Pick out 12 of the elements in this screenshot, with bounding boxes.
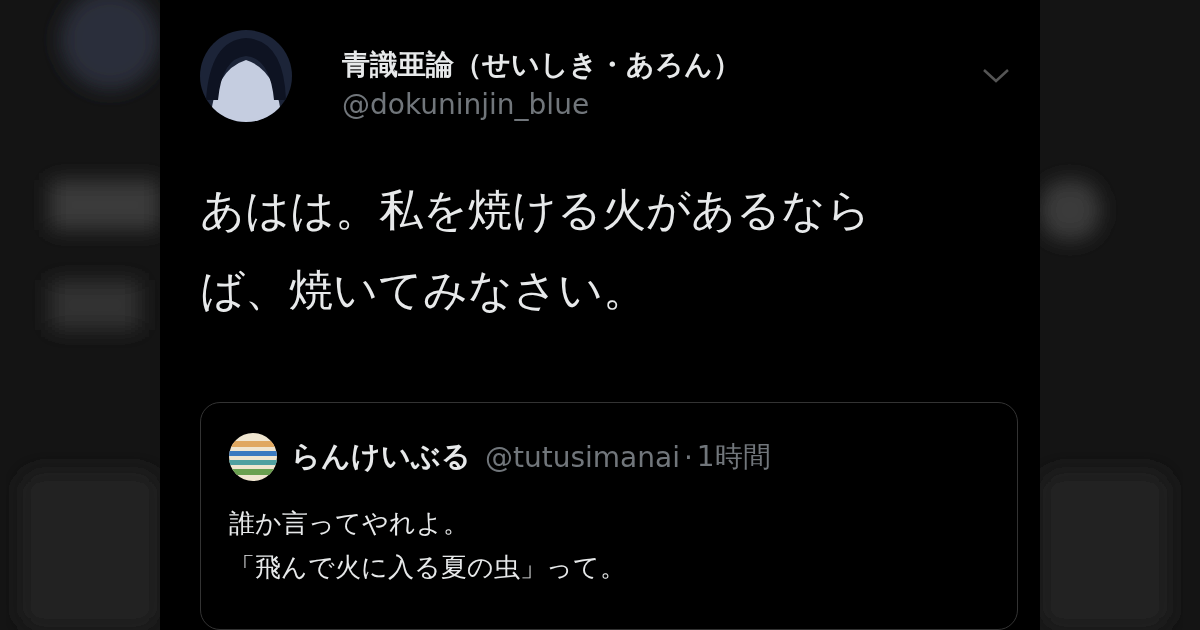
timestamp[interactable]: 1時間: [696, 438, 771, 476]
quoted-tweet-text: 「飛んで火に入る夏の虫」って。: [229, 551, 626, 584]
avatar[interactable]: [229, 433, 277, 481]
separator-dot: ·: [683, 440, 693, 474]
author-name[interactable]: らんけいぶる: [291, 437, 471, 477]
author-handle[interactable]: @tutusimanai: [485, 440, 680, 474]
chevron-down-icon[interactable]: [982, 68, 1010, 84]
tweet-text: あはは。私を焼ける火があるならば、焼いてみなさい。: [200, 183, 872, 317]
author-handle[interactable]: @dokuninjin_blue: [342, 88, 741, 121]
author-name[interactable]: 青識亜論（せいしき・あろん）: [342, 46, 741, 84]
quoted-tweet-card[interactable]: らんけいぶる @tutusimanai·1時間 誰か言ってやれよ。 「飛んで火に入る夏の虫」って。: [200, 402, 1018, 630]
quoted-tweet-text: 誰か言ってやれよ。: [229, 507, 469, 540]
